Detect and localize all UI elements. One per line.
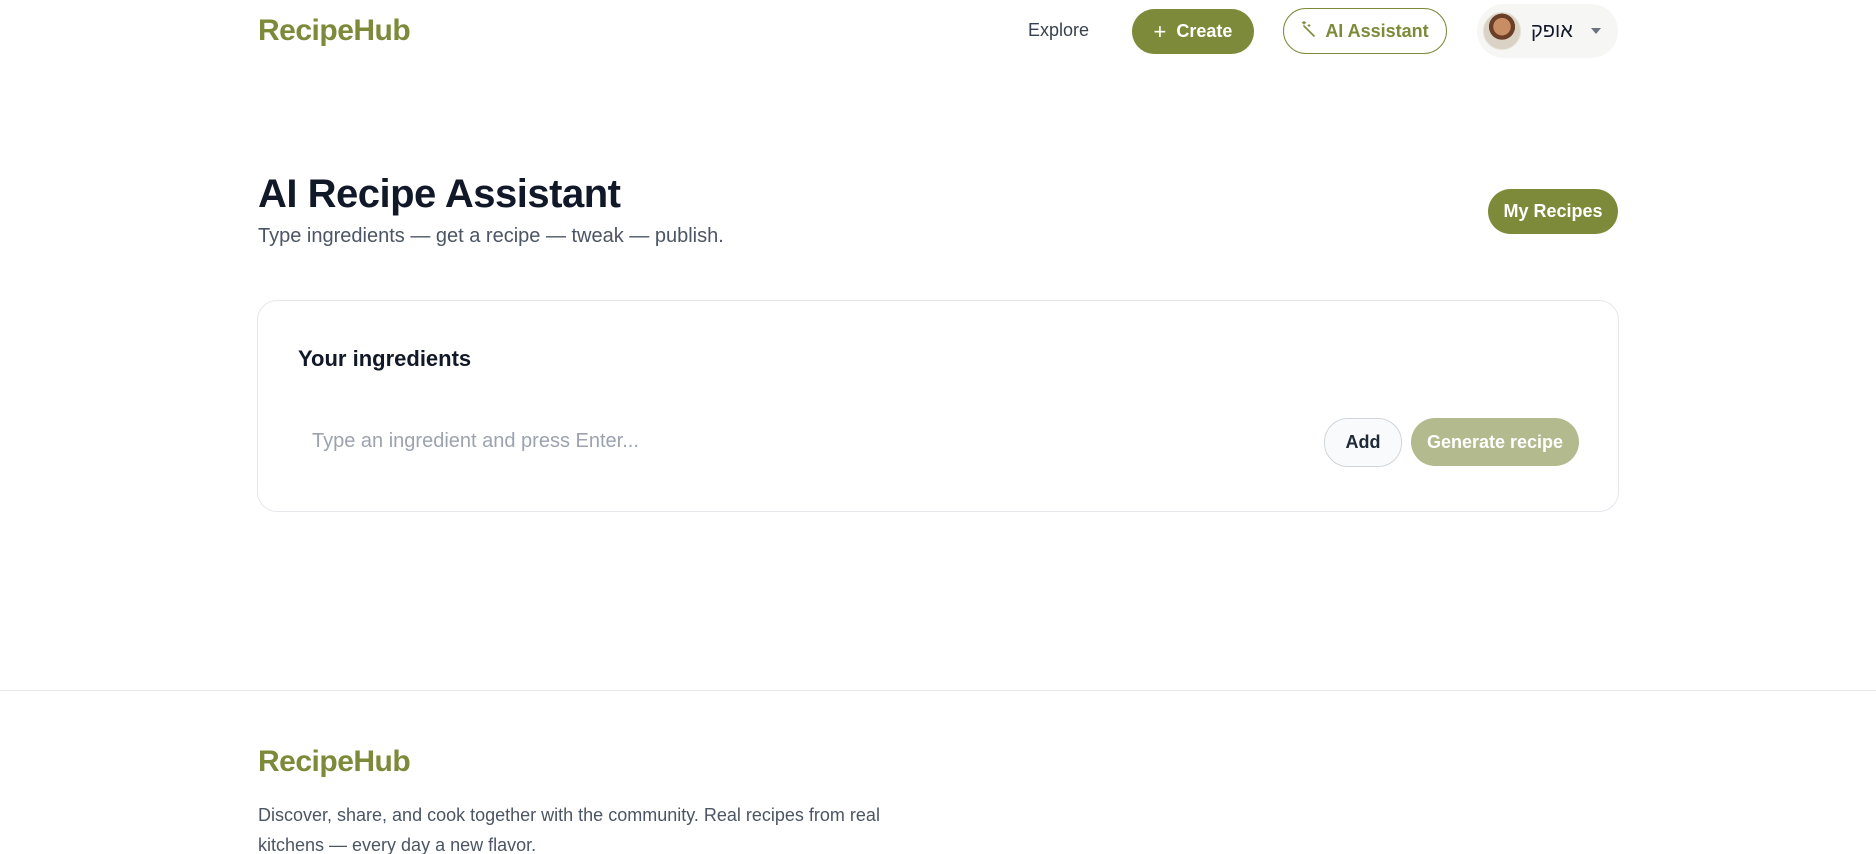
user-menu[interactable]: אופק (1477, 4, 1618, 58)
magic-wand-icon (1301, 20, 1317, 42)
avatar (1483, 12, 1521, 50)
create-button[interactable]: + Create (1132, 9, 1254, 54)
my-recipes-button[interactable]: My Recipes (1488, 189, 1618, 234)
plus-icon: + (1153, 18, 1167, 44)
top-header: RecipeHub Explore + Create AI Assistant … (0, 0, 1876, 64)
footer-description: Discover, share, and cook together with … (258, 805, 880, 854)
footer-divider (0, 690, 1876, 691)
add-ingredient-button[interactable]: Add (1324, 418, 1402, 467)
chevron-down-icon (1590, 28, 1601, 34)
ingredient-input[interactable] (298, 419, 1338, 463)
ingredients-card: Your ingredients Add Generate recipe (257, 300, 1619, 512)
page-title: AI Recipe Assistant (258, 172, 621, 216)
ai-assistant-button[interactable]: AI Assistant (1283, 8, 1447, 54)
footer-logo[interactable]: RecipeHub (258, 745, 411, 779)
create-button-label: Create (1176, 21, 1233, 41)
nav-explore-link[interactable]: Explore (1028, 20, 1089, 41)
ai-assistant-button-label: AI Assistant (1325, 20, 1429, 41)
page-subtitle: Type ingredients — get a recipe — tweak … (258, 225, 724, 247)
generate-recipe-button[interactable]: Generate recipe (1411, 418, 1579, 466)
ingredients-card-title: Your ingredients (298, 346, 472, 371)
user-name: אופק (1531, 19, 1573, 42)
logo[interactable]: RecipeHub (258, 14, 411, 48)
